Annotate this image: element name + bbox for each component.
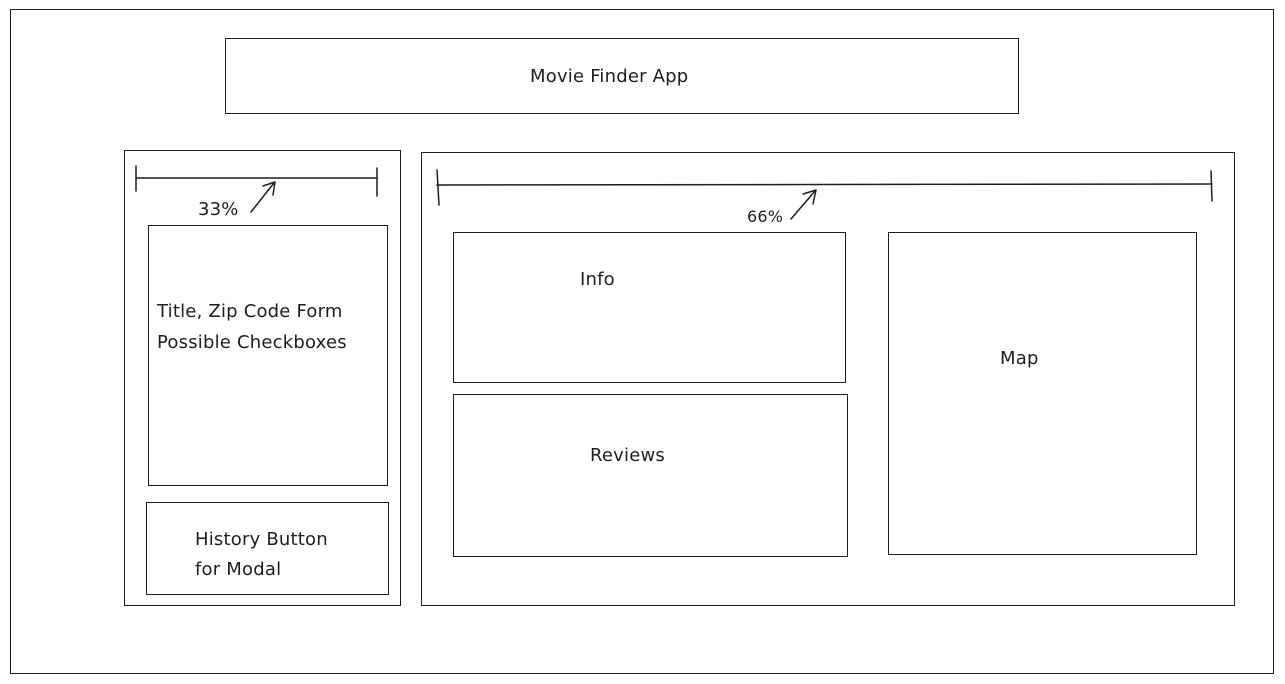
history-box-line2: for Modal [195,559,282,580]
form-box-line1: Title, Zip Code Form [157,301,343,322]
left-arrow-icon [250,182,275,213]
info-panel [453,232,846,383]
map-label: Map [1000,348,1039,369]
history-box-line1: History Button [195,529,328,550]
reviews-label: Reviews [590,445,665,466]
right-measure-tick-start [436,169,440,206]
right-measure-line [436,183,1213,186]
right-width-label: 66% [747,207,784,226]
map-panel [888,232,1197,555]
right-measure-tick-end [1210,170,1213,202]
left-width-label: 33% [198,199,239,220]
right-arrow-icon [790,190,816,220]
form-box-line2: Possible Checkboxes [157,332,347,353]
info-label: Info [580,269,615,290]
reviews-panel [453,394,848,557]
